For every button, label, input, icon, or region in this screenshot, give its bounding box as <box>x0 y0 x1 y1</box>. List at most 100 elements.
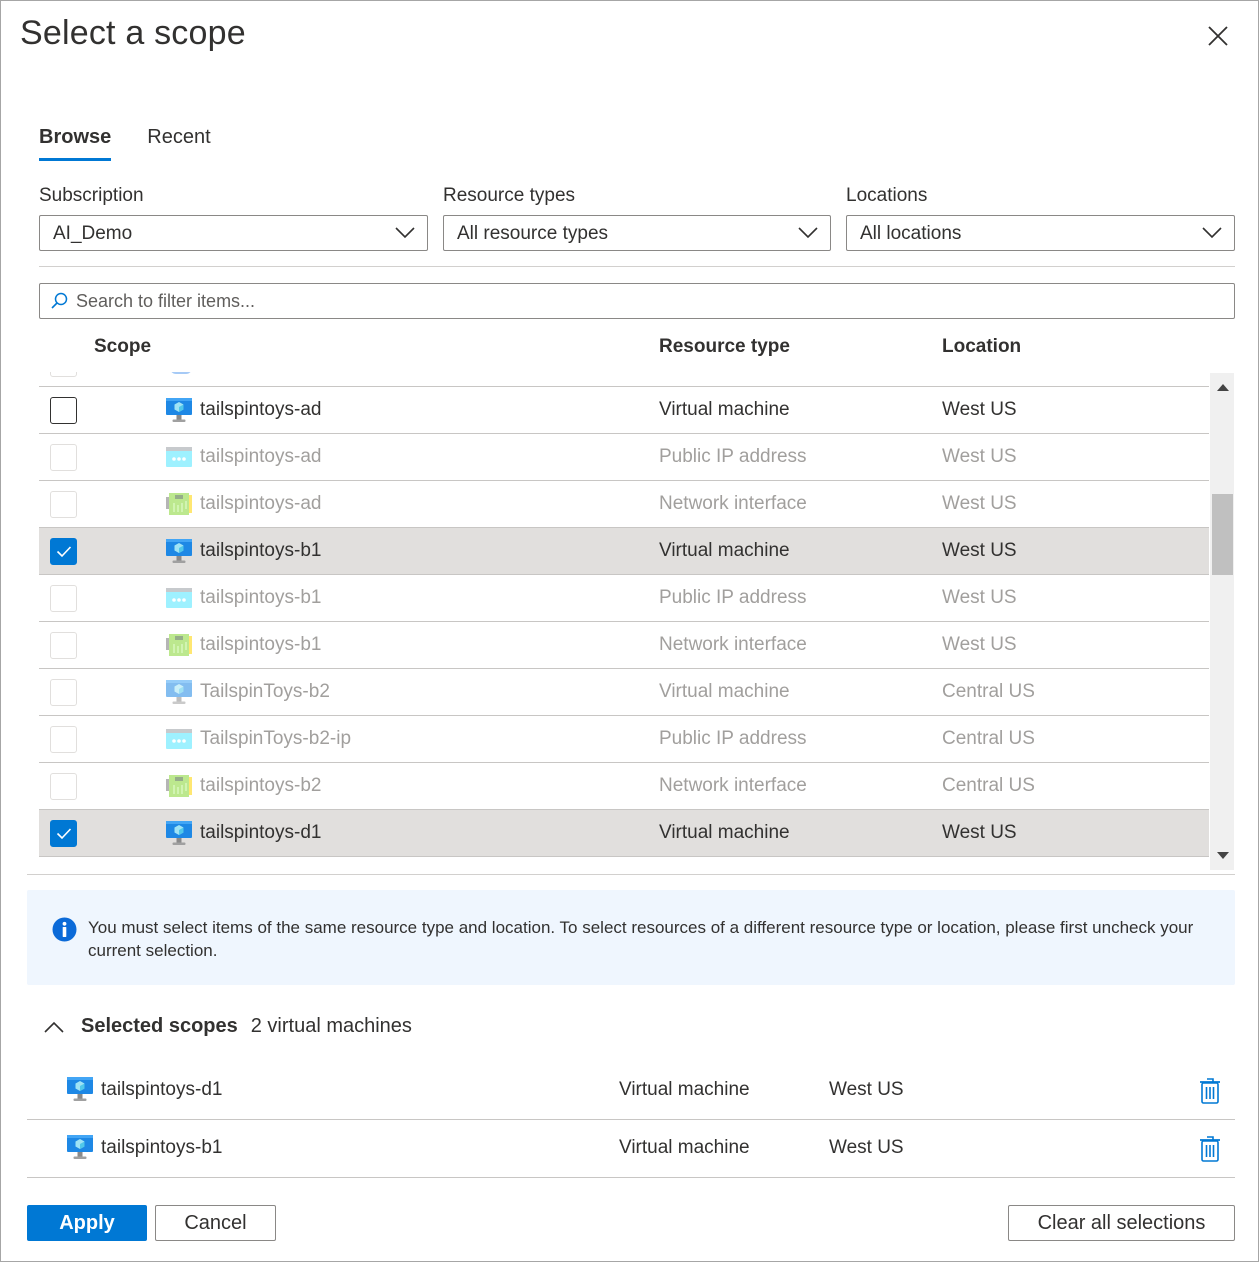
close-icon <box>1208 26 1228 46</box>
search-icon <box>51 292 68 309</box>
table-row: TailspinToys-b2 Virtual machine Central US <box>39 669 1209 716</box>
table-row: tailspintoys App Service plan West US <box>39 372 1209 387</box>
cancel-button[interactable]: Cancel <box>155 1205 276 1241</box>
location: West US <box>942 587 1017 608</box>
selected-scope-location: West US <box>829 1079 904 1100</box>
scope-name: tailspintoys-b1 <box>200 587 322 608</box>
table-row[interactable]: tailspintoys-d1 Virtual machine West US <box>39 810 1209 857</box>
table-row: tailspintoys-ad Public IP address West US <box>39 434 1209 481</box>
table-row: TailspinToys-b2-ip Public IP address Centr… <box>39 716 1209 763</box>
locations-dropdown[interactable]: All locations <box>846 215 1235 251</box>
row-checkbox[interactable] <box>50 538 77 565</box>
row-checkbox[interactable] <box>50 679 77 706</box>
row-checkbox[interactable] <box>50 372 77 377</box>
location: West US <box>942 493 1017 514</box>
virtual-machine-icon <box>165 538 193 564</box>
resource-types-dropdown[interactable]: All resource types <box>443 215 831 251</box>
tab-recent[interactable]: Recent <box>147 126 210 161</box>
row-checkbox[interactable] <box>50 585 77 612</box>
location: West US <box>942 540 1017 561</box>
subscription-label: Subscription <box>39 185 144 206</box>
resource-grid-rows: tailspintoys App Service plan West US tail… <box>39 372 1209 857</box>
row-checkbox[interactable] <box>50 397 77 424</box>
table-row: tailspintoys-b2 Network interface Central … <box>39 763 1209 810</box>
locations-value: All locations <box>860 223 962 244</box>
resource-type: Virtual machine <box>659 681 790 702</box>
chevron-up-icon[interactable] <box>43 1020 65 1034</box>
tab-list: Browse Recent <box>39 126 211 161</box>
network-interface-icon <box>165 773 193 799</box>
virtual-machine-icon <box>165 397 193 423</box>
scope-name: tailspintoys-ad <box>200 493 322 514</box>
selected-scope-item: tailspintoys-d1 Virtual machine West US <box>27 1062 1235 1120</box>
app-service-plan-icon <box>165 372 193 376</box>
selected-scope-location: West US <box>829 1137 904 1158</box>
location: West US <box>942 372 1017 374</box>
column-header-location: Location <box>942 336 1022 357</box>
resource-types-value: All resource types <box>457 223 609 244</box>
table-row[interactable]: tailspintoys-b1 Virtual machine West US <box>39 528 1209 575</box>
subscription-dropdown[interactable]: AI_Demo <box>39 215 428 251</box>
resource-type: Virtual machine <box>659 822 790 843</box>
virtual-machine-icon <box>66 1134 94 1160</box>
location: Central US <box>942 681 1035 702</box>
checkmark-icon <box>56 546 72 558</box>
scope-name: tailspintoys <box>200 372 294 374</box>
resource-grid: tailspintoys App Service plan West US tail… <box>39 372 1234 870</box>
resource-types-label: Resource types <box>443 185 576 206</box>
info-message: You must select items of the same resour… <box>88 918 1194 960</box>
location: West US <box>942 399 1017 420</box>
locations-label: Locations <box>846 185 928 206</box>
table-row: tailspintoys-b1 Network interface West US <box>39 622 1209 669</box>
public-ip-icon <box>165 444 193 470</box>
dialog-title: Select a scope <box>20 14 246 52</box>
filters-divider <box>39 266 1235 267</box>
delete-icon[interactable] <box>1199 1077 1221 1105</box>
close-button[interactable] <box>1204 22 1232 50</box>
subscription-value: AI_Demo <box>53 223 133 244</box>
info-icon <box>52 917 77 942</box>
resource-type: App Service plan <box>659 372 803 374</box>
virtual-machine-icon <box>66 1076 94 1102</box>
delete-icon[interactable] <box>1199 1135 1221 1163</box>
location: West US <box>942 634 1017 655</box>
row-checkbox[interactable] <box>50 773 77 800</box>
resource-type: Virtual machine <box>659 399 790 420</box>
row-checkbox[interactable] <box>50 632 77 659</box>
resource-type: Virtual machine <box>659 540 790 561</box>
table-row: tailspintoys-b1 Public IP address West US <box>39 575 1209 622</box>
scrollbar-thumb[interactable] <box>1212 494 1233 575</box>
row-checkbox[interactable] <box>50 444 77 471</box>
selected-scopes-label: Selected scopes <box>81 1015 238 1037</box>
selected-scopes-count: 2 virtual machines <box>250 1015 412 1037</box>
grid-scrollbar[interactable] <box>1210 373 1234 870</box>
selected-scopes-header: Selected scopes 2 virtual machines <box>43 1015 412 1038</box>
network-interface-icon <box>165 632 193 658</box>
public-ip-icon <box>165 726 193 752</box>
row-checkbox[interactable] <box>50 726 77 753</box>
chevron-down-icon <box>395 227 415 239</box>
location: Central US <box>942 775 1035 796</box>
resource-type: Public IP address <box>659 728 807 749</box>
tab-browse[interactable]: Browse <box>39 126 112 161</box>
row-checkbox[interactable] <box>50 820 77 847</box>
apply-button[interactable]: Apply <box>27 1205 147 1241</box>
location: West US <box>942 446 1017 467</box>
row-checkbox[interactable] <box>50 491 77 518</box>
clear-all-selections-button[interactable]: Clear all selections <box>1008 1205 1235 1241</box>
scope-name: tailspintoys-ad <box>200 446 322 467</box>
column-header-scope: Scope <box>94 336 152 357</box>
table-row[interactable]: tailspintoys-ad Virtual machine West US <box>39 387 1209 434</box>
search-box[interactable] <box>39 283 1235 319</box>
selected-scope-item: tailspintoys-b1 Virtual machine West US <box>27 1120 1235 1178</box>
chevron-down-icon <box>798 227 818 239</box>
scope-name: tailspintoys-b1 <box>200 634 322 655</box>
resource-type: Public IP address <box>659 587 807 608</box>
chevron-down-icon <box>1202 227 1222 239</box>
info-banner: You must select items of the same resour… <box>27 890 1235 985</box>
location: West US <box>942 822 1017 843</box>
scroll-up-arrow-icon[interactable] <box>1217 384 1229 391</box>
scroll-down-arrow-icon[interactable] <box>1217 852 1229 859</box>
resource-type: Network interface <box>659 493 807 514</box>
search-input[interactable] <box>74 289 1174 313</box>
